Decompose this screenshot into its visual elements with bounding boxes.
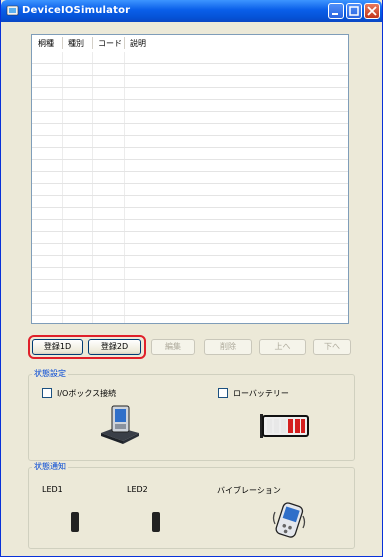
table-row[interactable] bbox=[32, 112, 348, 124]
table-row[interactable] bbox=[32, 184, 348, 196]
close-icon bbox=[367, 6, 377, 16]
led2-indicator bbox=[152, 512, 160, 532]
main-window: DeviceIOSimulator 桐種 種別 コード 説明 登録1D 登録2D… bbox=[0, 0, 383, 557]
delete-button[interactable]: 削除 bbox=[204, 339, 252, 355]
down-button[interactable]: 下へ bbox=[313, 339, 351, 355]
table-row[interactable] bbox=[32, 76, 348, 88]
register-buttons-highlight bbox=[28, 335, 146, 359]
title-bar[interactable]: DeviceIOSimulator bbox=[1, 0, 382, 22]
code-list[interactable]: 桐種 種別 コード 説明 bbox=[31, 34, 349, 324]
low-battery-checkbox[interactable] bbox=[218, 388, 228, 398]
table-row[interactable] bbox=[32, 100, 348, 112]
table-row[interactable] bbox=[32, 292, 348, 304]
close-button[interactable] bbox=[364, 3, 380, 19]
window-title: DeviceIOSimulator bbox=[22, 5, 131, 16]
maximize-icon bbox=[349, 6, 359, 16]
column-header-type2[interactable]: 種別 bbox=[62, 35, 92, 52]
maximize-button[interactable] bbox=[346, 3, 362, 19]
table-row[interactable] bbox=[32, 244, 348, 256]
table-row[interactable] bbox=[32, 208, 348, 220]
table-row[interactable] bbox=[32, 148, 348, 160]
vibration-label: バイブレーション bbox=[217, 486, 281, 495]
table-row[interactable] bbox=[32, 232, 348, 244]
minimize-icon bbox=[332, 13, 338, 15]
table-row[interactable] bbox=[32, 136, 348, 148]
column-header-code[interactable]: コード bbox=[92, 35, 124, 52]
status-notify-label: 状態通知 bbox=[32, 461, 68, 472]
table-row[interactable] bbox=[32, 268, 348, 280]
table-row[interactable] bbox=[32, 220, 348, 232]
table-row[interactable] bbox=[32, 280, 348, 292]
led1-label: LED1 bbox=[42, 485, 63, 494]
column-header-description[interactable]: 説明 bbox=[124, 35, 348, 52]
table-row[interactable] bbox=[32, 256, 348, 268]
list-rows bbox=[32, 52, 348, 323]
minimize-button[interactable] bbox=[328, 3, 344, 19]
cradle-device-icon bbox=[101, 405, 139, 444]
led1-indicator bbox=[71, 512, 79, 532]
table-row[interactable] bbox=[32, 316, 348, 323]
table-row[interactable] bbox=[32, 196, 348, 208]
vibration-icon bbox=[272, 502, 306, 538]
status-settings-label: 状態設定 bbox=[32, 368, 68, 379]
table-row[interactable] bbox=[32, 52, 348, 64]
table-row[interactable] bbox=[32, 88, 348, 100]
column-header-type1[interactable]: 桐種 bbox=[32, 35, 62, 52]
io-box-label[interactable]: I/Oボックス接続 bbox=[57, 388, 116, 399]
table-row[interactable] bbox=[32, 160, 348, 172]
list-header: 桐種 種別 コード 説明 bbox=[32, 35, 348, 52]
battery-icon bbox=[260, 414, 309, 438]
table-row[interactable] bbox=[32, 304, 348, 316]
table-row[interactable] bbox=[32, 172, 348, 184]
up-button[interactable]: 上へ bbox=[259, 339, 306, 355]
low-battery-label[interactable]: ローバッテリー bbox=[233, 388, 289, 399]
app-icon bbox=[6, 5, 19, 16]
led2-label: LED2 bbox=[127, 485, 148, 494]
table-row[interactable] bbox=[32, 64, 348, 76]
edit-button[interactable]: 編集 bbox=[151, 339, 195, 355]
table-row[interactable] bbox=[32, 124, 348, 136]
io-box-checkbox[interactable] bbox=[42, 388, 52, 398]
